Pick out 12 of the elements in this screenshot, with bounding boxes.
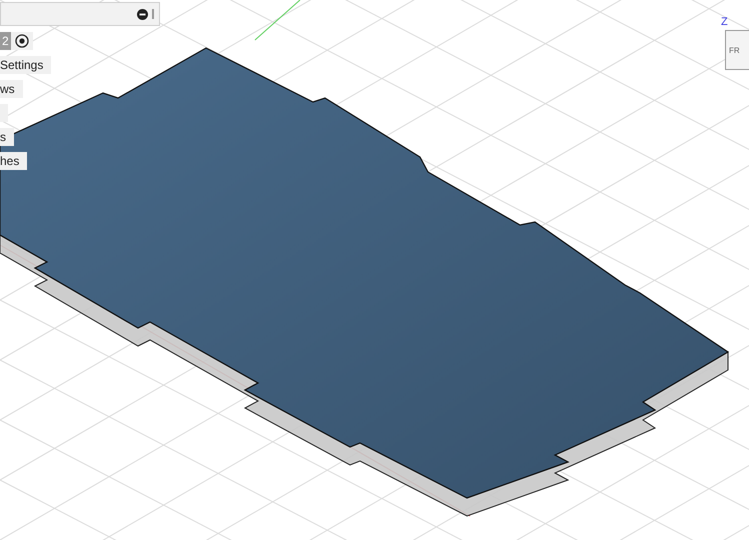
view-cube[interactable]: FR bbox=[725, 30, 749, 70]
browser-item[interactable]: s bbox=[0, 128, 14, 146]
browser-item-strip bbox=[0, 104, 8, 122]
collapse-icon[interactable] bbox=[137, 8, 148, 20]
browser-item[interactable]: hes bbox=[0, 152, 28, 170]
panel-divider bbox=[152, 9, 154, 19]
z-axis-label: Z bbox=[721, 15, 728, 30]
browser-item[interactable]: Settings bbox=[0, 56, 52, 74]
radio-icon[interactable] bbox=[14, 34, 29, 48]
browser-item[interactable]: ws bbox=[0, 80, 23, 98]
y-axis-line bbox=[254, 0, 300, 40]
version-badge: 2 bbox=[0, 32, 11, 50]
